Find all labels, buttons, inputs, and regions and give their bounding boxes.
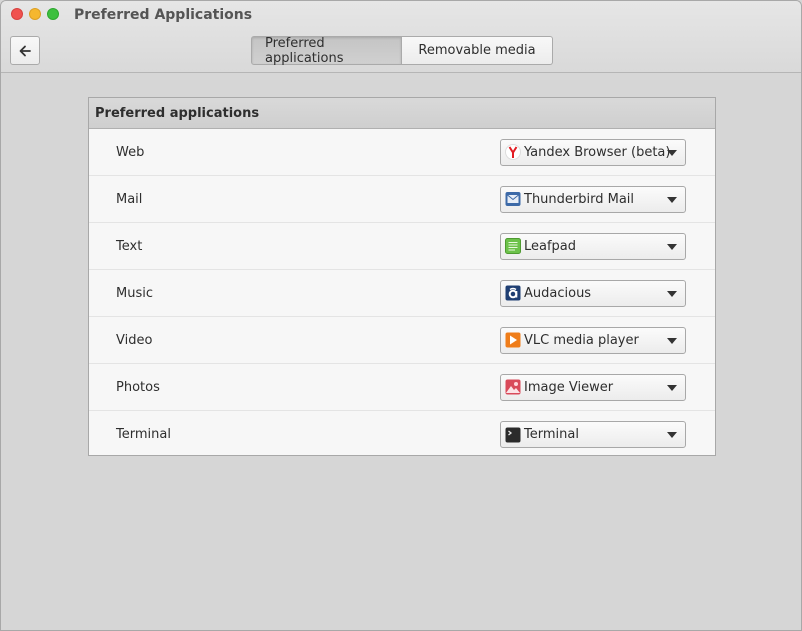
list-item-music: Music Audacious: [89, 270, 715, 317]
chevron-down-icon: [667, 243, 677, 250]
chevron-down-icon: [667, 432, 677, 438]
header-bar: Preferred Applications Preferred applica…: [1, 1, 801, 73]
terminal-app-dropdown[interactable]: Terminal: [500, 421, 686, 448]
audacious-icon: [505, 285, 521, 301]
preferred-applications-frame: Preferred applications Web Yandex Browse…: [88, 97, 716, 456]
close-window-button[interactable]: [11, 8, 23, 20]
tab-label: Preferred applications: [265, 35, 344, 66]
chevron-down-icon: [667, 384, 677, 391]
row-label: Photos: [116, 379, 160, 395]
leafpad-icon: [505, 238, 521, 254]
text-app-dropdown[interactable]: Leafpad: [500, 232, 686, 260]
list-item-terminal: Terminal Terminal: [89, 411, 715, 458]
chevron-down-icon: [667, 196, 677, 203]
row-label: Mail: [116, 191, 143, 207]
window-controls: [11, 8, 59, 20]
row-label: Text: [116, 238, 143, 254]
yandex-browser-icon: [505, 144, 521, 160]
selected-app: Yandex Browser (beta): [524, 144, 671, 160]
window-title: Preferred Applications: [74, 7, 253, 23]
selected-app: Thunderbird Mail: [524, 191, 635, 207]
row-label: Music: [116, 285, 153, 301]
chevron-down-icon: [667, 149, 677, 156]
selected-app: Leafpad: [524, 238, 577, 254]
selected-app: Audacious: [524, 285, 592, 301]
video-app-dropdown[interactable]: VLC media player: [500, 326, 686, 354]
music-app-dropdown[interactable]: Audacious: [500, 279, 686, 307]
minimize-window-button[interactable]: [29, 8, 41, 20]
list-item-photos: Photos Image Viewer: [89, 364, 715, 411]
selected-app: Image Viewer: [524, 379, 614, 395]
selected-app: VLC media player: [524, 332, 639, 348]
list-item-web: Web Yandex Browser (beta): [89, 129, 715, 176]
selected-app: Terminal: [524, 427, 579, 442]
photos-app-dropdown[interactable]: Image Viewer: [500, 373, 686, 401]
terminal-icon: [505, 427, 521, 443]
image-viewer-icon: [505, 379, 521, 395]
thunderbird-icon: [505, 191, 521, 207]
chevron-down-icon: [667, 290, 677, 297]
row-label: Terminal: [116, 427, 171, 442]
back-button[interactable]: [10, 36, 40, 65]
chevron-down-icon: [667, 337, 677, 344]
app-window: Preferred Applications Preferred applica…: [0, 0, 802, 631]
list-item-text: Text Leafpad: [89, 223, 715, 270]
stack-switcher: Preferred applications Removable media: [251, 35, 553, 66]
tab-preferred-applications[interactable]: Preferred applications: [251, 35, 402, 66]
row-label: Video: [116, 332, 153, 348]
web-app-dropdown[interactable]: Yandex Browser (beta): [500, 138, 686, 166]
vlc-icon: [505, 332, 521, 348]
tab-removable-media[interactable]: Removable media: [402, 36, 553, 65]
tab-label: Removable media: [418, 43, 536, 58]
maximize-window-button[interactable]: [47, 8, 59, 20]
row-label: Web: [116, 144, 145, 160]
mail-app-dropdown[interactable]: Thunderbird Mail: [500, 185, 686, 213]
list-item-mail: Mail Thunderbird Mail: [89, 176, 715, 223]
section-title: Preferred applications: [89, 98, 715, 129]
list-item-video: Video VLC media player: [89, 317, 715, 364]
arrow-left-icon: [19, 45, 31, 56]
